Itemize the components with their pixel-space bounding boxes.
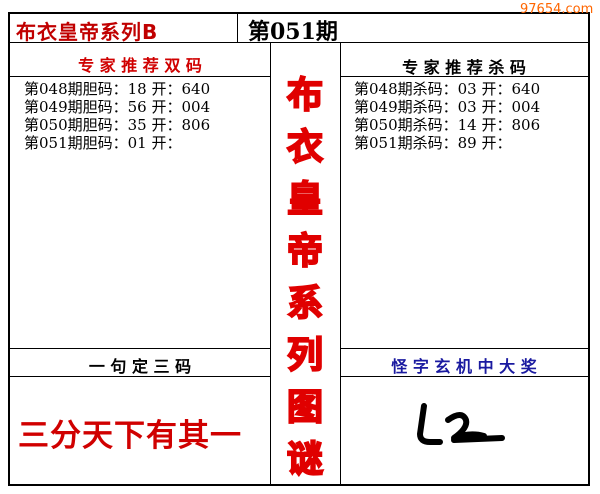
list-item: 第051期杀码：89 开： xyxy=(354,134,512,152)
vertical-char: 衣 xyxy=(286,126,324,169)
kill-code-list: 第048期杀码：03 开：640 第049期杀码：03 开：004 第050期杀… xyxy=(354,80,540,152)
list-item: 第051期胆码：01 开： xyxy=(24,134,182,152)
vertical-char: 列 xyxy=(286,334,324,377)
vertical-char: 帝 xyxy=(286,230,324,273)
double-code-list: 第048期胆码：18 开：640 第049期胆码：56 开：004 第050期胆… xyxy=(24,80,210,152)
list-item: 第048期杀码：03 开：640 xyxy=(354,80,541,98)
list-item: 第049期胆码：56 开：004 xyxy=(24,98,211,116)
right-bottom-divider-top xyxy=(340,348,588,349)
vertical-title: 布 衣 皇 帝 系 列 图 谜 xyxy=(274,70,336,486)
vertical-char: 布 xyxy=(286,74,324,117)
double-code-heading: 专 家 推 荐 双 码 xyxy=(78,56,202,75)
list-item: 第050期胆码：35 开：806 xyxy=(24,116,211,134)
kill-code-heading: 专 家 推 荐 杀 码 xyxy=(402,58,526,77)
left-title-divider xyxy=(10,76,270,77)
vertical-char: 皇 xyxy=(286,178,324,221)
list-item: 第049期杀码：03 开：004 xyxy=(354,98,541,116)
vertical-char: 系 xyxy=(286,282,324,325)
left-bottom-divider-top xyxy=(10,348,270,349)
right-column-divider xyxy=(340,42,341,484)
header-divider xyxy=(10,42,588,43)
site-watermark: 97654.com xyxy=(520,2,594,17)
vertical-char: 谜 xyxy=(286,438,324,481)
list-item: 第050期杀码：14 开：806 xyxy=(354,116,541,134)
header-title-box: 布衣皇帝系列B xyxy=(10,14,238,44)
riddle-phrase: 三分天下有其一 xyxy=(18,418,242,454)
handwritten-glyph-icon xyxy=(417,403,505,445)
left-column-divider xyxy=(270,42,271,484)
one-phrase-heading: 一 句 定 三 码 xyxy=(88,357,192,376)
strange-char-heading: 怪 字 玄 机 中 大 奖 xyxy=(391,357,537,376)
poster-title: 布衣皇帝系列B xyxy=(16,20,159,44)
vertical-char: 图 xyxy=(286,386,324,429)
list-item: 第048期胆码：18 开：640 xyxy=(24,80,211,98)
